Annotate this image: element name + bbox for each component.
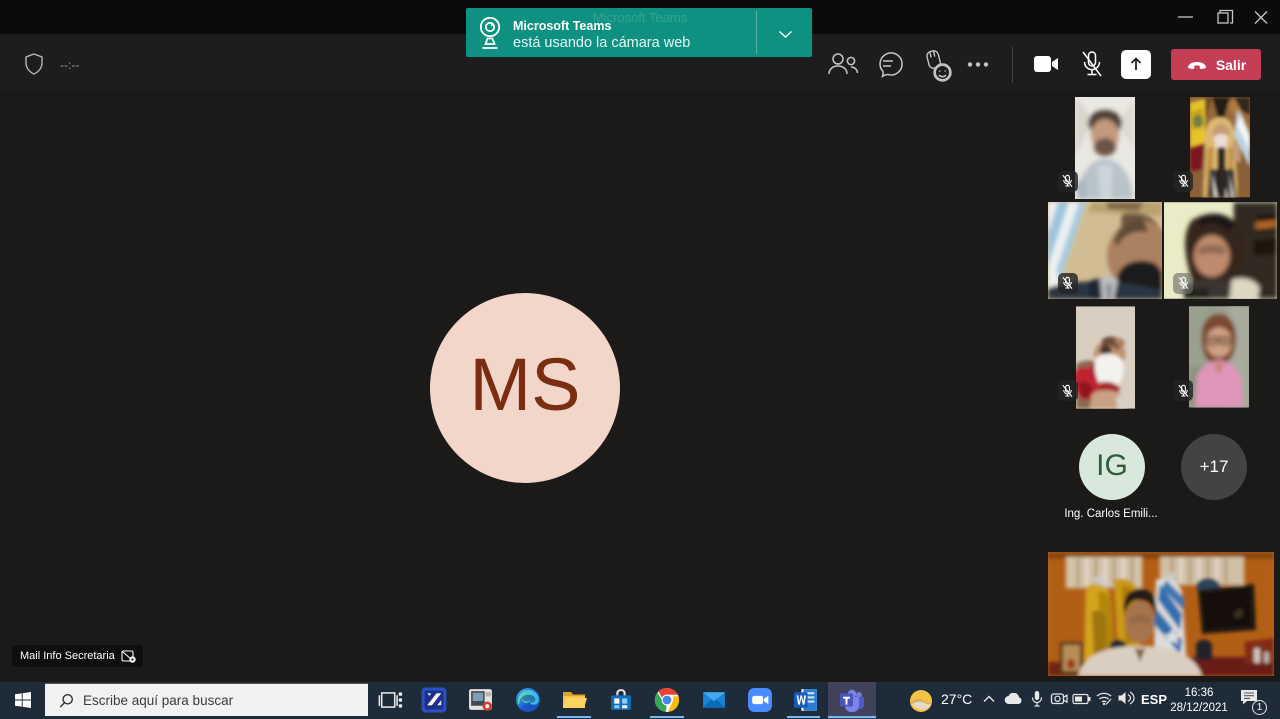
svg-text:--:--: --:-- xyxy=(60,58,79,72)
